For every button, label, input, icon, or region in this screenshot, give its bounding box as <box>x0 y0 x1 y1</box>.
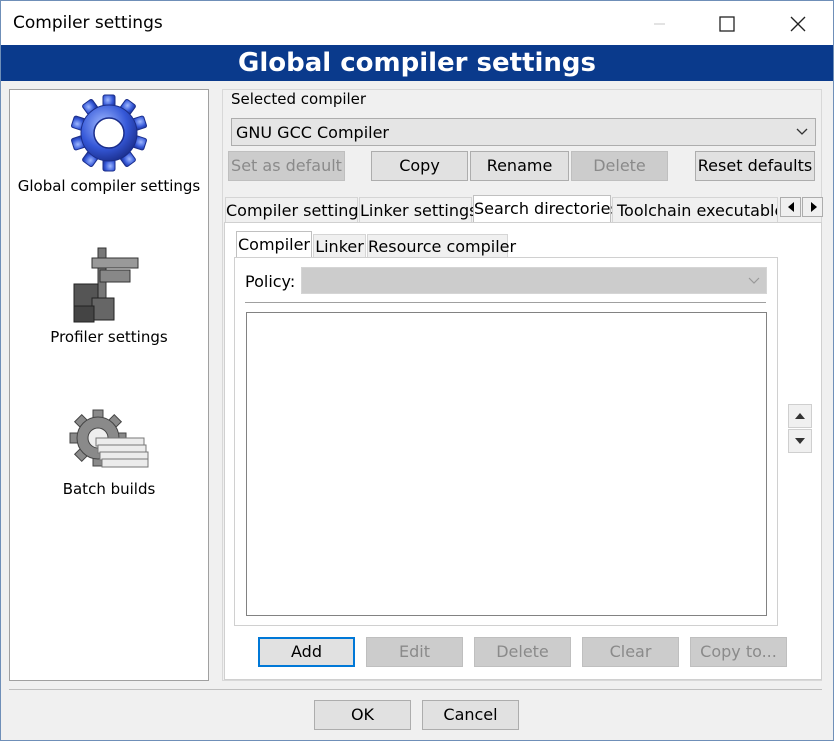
tab-search-directories[interactable]: Search directories <box>473 195 619 223</box>
maximize-icon <box>719 16 735 32</box>
tab-linker-settings[interactable]: Linker settings <box>359 197 478 223</box>
sidebar-item-global-compiler-settings[interactable]: Global compiler settings <box>10 90 208 200</box>
delete-button[interactable]: Delete <box>474 637 571 667</box>
subtab-resource-compiler[interactable]: Resource compiler <box>367 234 516 258</box>
arrow-up-icon <box>795 413 805 419</box>
edit-button[interactable]: Edit <box>366 637 463 667</box>
tab-scroll-left-button[interactable] <box>780 197 801 217</box>
close-button[interactable] <box>775 2 821 46</box>
gear-icon <box>71 94 147 172</box>
ok-button[interactable]: OK <box>314 700 411 730</box>
sidebar-item-batch-builds[interactable]: Batch builds <box>10 408 208 508</box>
reset-defaults-button[interactable]: Reset defaults <box>695 151 815 181</box>
add-button[interactable]: Add <box>258 637 355 667</box>
copy-to-button[interactable]: Copy to... <box>690 637 787 667</box>
page-title: Global compiler settings <box>1 45 833 81</box>
sidebar: Global compiler settings Profiler settin… <box>9 89 209 681</box>
compiler-select[interactable]: GNU GCC Compiler <box>231 118 816 146</box>
directories-list[interactable] <box>246 312 767 616</box>
chevron-down-icon <box>796 128 808 135</box>
policy-select[interactable] <box>301 267 767 294</box>
chevron-down-icon <box>748 277 760 284</box>
window-title: Compiler settings <box>13 13 163 33</box>
subtab-linker[interactable]: Linker <box>313 234 366 258</box>
clear-button[interactable]: Clear <box>582 637 679 667</box>
profiler-icon <box>73 247 139 323</box>
batch-builds-icon <box>69 409 149 468</box>
minimize-icon <box>654 23 665 25</box>
maximize-button[interactable] <box>704 2 750 46</box>
sidebar-item-label: Batch builds <box>62 480 156 498</box>
move-up-button[interactable] <box>788 404 812 428</box>
arrow-right-icon <box>811 202 817 212</box>
divider <box>245 302 766 303</box>
sidebar-item-label: Profiler settings <box>50 328 168 346</box>
tab-toolchain-executables[interactable]: Toolchain executables <box>612 197 778 223</box>
tab-compiler-settings[interactable]: Compiler settings <box>225 197 367 223</box>
move-down-button[interactable] <box>788 429 812 453</box>
bottom-divider <box>9 689 822 690</box>
arrow-down-icon <box>795 438 805 444</box>
close-icon <box>790 16 806 32</box>
policy-label: Policy: <box>245 272 296 291</box>
title-bar: Compiler settings <box>1 1 833 45</box>
tab-scroll-right-button[interactable] <box>802 197 823 217</box>
selected-compiler-label: Selected compiler <box>231 90 367 108</box>
delete-compiler-button[interactable]: Delete <box>571 151 668 181</box>
arrow-left-icon <box>788 202 794 212</box>
subtab-compiler[interactable]: Compiler <box>236 231 312 258</box>
copy-button[interactable]: Copy <box>371 151 468 181</box>
rename-button[interactable]: Rename <box>470 151 569 181</box>
compiler-select-value: GNU GCC Compiler <box>236 123 390 142</box>
sidebar-item-label: Global compiler settings <box>17 177 201 195</box>
sidebar-item-profiler-settings[interactable]: Profiler settings <box>10 240 208 350</box>
set-as-default-button[interactable]: Set as default <box>228 151 345 181</box>
minimize-button[interactable] <box>637 2 683 46</box>
cancel-button[interactable]: Cancel <box>422 700 519 730</box>
